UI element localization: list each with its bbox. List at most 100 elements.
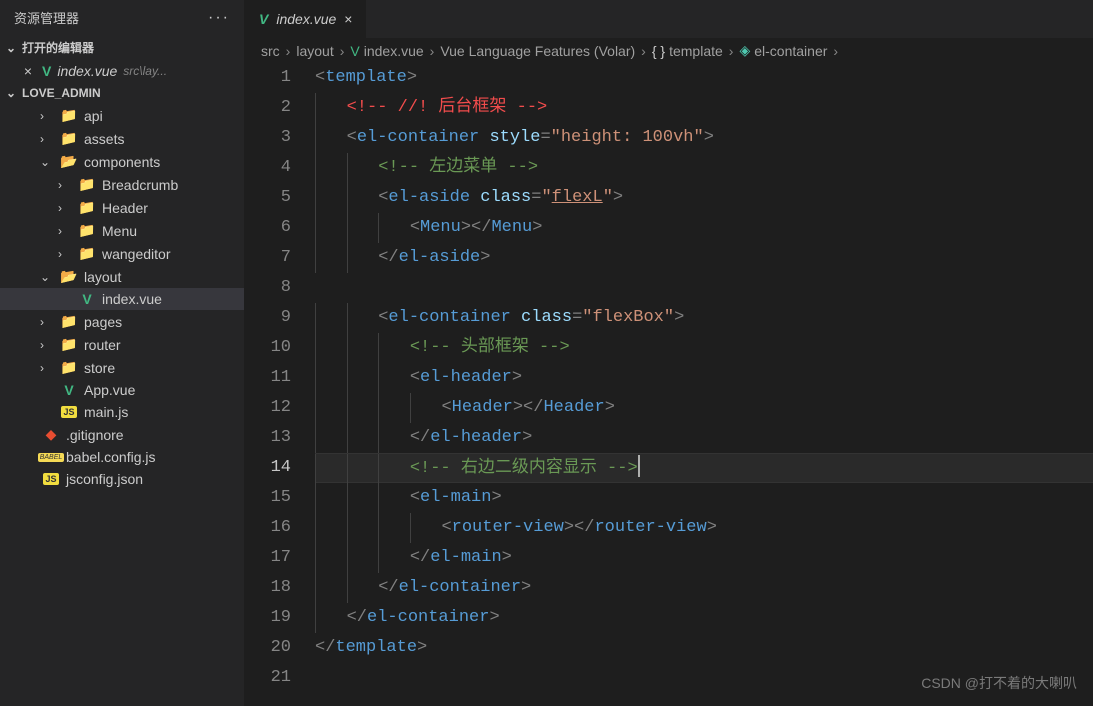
vue-icon: V [259,11,268,27]
code-line[interactable]: </template> [315,633,1093,663]
indent-guide [378,513,379,543]
tab-index-vue[interactable]: V index.vue × [245,0,367,38]
tree-item-menu[interactable]: ›📁Menu [0,219,244,242]
token: router-view [452,518,564,537]
more-icon[interactable]: ··· [208,9,230,27]
breadcrumb-item[interactable]: template [669,43,723,59]
line-number: 21 [245,663,291,693]
code-line[interactable]: <!-- 头部框架 --> [315,333,1093,363]
code-line[interactable]: </el-aside> [315,243,1093,273]
code-line[interactable] [315,273,1093,303]
line-number: 13 [245,423,291,453]
tree-item-index-vue[interactable]: Vindex.vue [0,288,244,310]
code-line[interactable]: <template> [315,63,1093,93]
indent-guide [410,393,411,423]
chevron-down-icon: ⌄ [6,41,22,55]
chevron-icon: › [40,109,54,123]
breadcrumb-item[interactable]: layout [296,43,333,59]
line-number: 1 [245,63,291,93]
folder-icon: 📁 [60,107,78,124]
project-header[interactable]: ⌄ LOVE_ADMIN [0,82,244,104]
code-line[interactable]: <Header></Header> [315,393,1093,423]
git-icon: ◆ [42,426,60,443]
js-icon: JS [60,406,78,418]
indent-guide [315,333,316,363]
tree-item-babel-config-js[interactable]: BABELbabel.config.js [0,446,244,468]
code-line[interactable]: </el-main> [315,543,1093,573]
indent-guide [315,393,316,423]
folder-icon: 📁 [78,222,96,239]
tree-item-router[interactable]: ›📁router [0,333,244,356]
breadcrumb-item[interactable]: index.vue [364,43,424,59]
tree-item-header[interactable]: ›📁Header [0,196,244,219]
line-number: 20 [245,633,291,663]
line-number: 3 [245,123,291,153]
chevron-icon: › [58,247,72,261]
code-editor[interactable]: 123456789101112131415161718192021 <templ… [245,63,1093,706]
tree-item-api[interactable]: ›📁api [0,104,244,127]
code-line[interactable]: <el-aside class="flexL"> [315,183,1093,213]
tree-item-jsconfig-json[interactable]: JSjsconfig.json [0,468,244,490]
token: </ [378,578,398,597]
tree-item-app-vue[interactable]: VApp.vue [0,379,244,401]
token: > [480,248,490,267]
indent-guide [378,423,379,453]
indent-guide [315,153,316,183]
chevron-right-icon: › [729,43,734,59]
tree-item-assets[interactable]: ›📁assets [0,127,244,150]
tree-item-pages[interactable]: ›📁pages [0,310,244,333]
token: < [378,188,388,207]
token: "height: 100vh" [551,128,704,147]
tree-item-wangeditor[interactable]: ›📁wangeditor [0,242,244,265]
token: el-aside [399,248,481,267]
breadcrumb-item[interactable]: el-container [754,43,827,59]
line-number: 10 [245,333,291,363]
token: template [335,638,417,657]
code-line[interactable]: <Menu></Menu> [315,213,1093,243]
tree-item-breadcrumb[interactable]: ›📁Breadcrumb [0,173,244,196]
open-editor-item[interactable]: × V index.vue src\lay... [0,60,244,82]
chevron-right-icon: › [286,43,291,59]
code-line[interactable]: <!-- 右边二级内容显示 --> [315,453,1093,483]
tree-label: router [84,337,121,353]
code-line[interactable]: <el-header> [315,363,1093,393]
code-line[interactable]: <el-container style="height: 100vh"> [315,123,1093,153]
chevron-right-icon: › [340,43,345,59]
code-line[interactable]: <router-view></router-view> [315,513,1093,543]
breadcrumb[interactable]: src › layout › V index.vue › Vue Languag… [245,38,1093,63]
token: = [572,308,582,327]
watermark: CSDN @打不着的大喇叭 [921,668,1077,698]
tree-item--gitignore[interactable]: ◆.gitignore [0,423,244,446]
token: < [410,218,420,237]
code-line[interactable]: <el-main> [315,483,1093,513]
code-line[interactable]: <!-- //! 后台框架 --> [315,93,1093,123]
tree-label: wangeditor [102,246,171,262]
open-editors-label: 打开的编辑器 [22,39,94,56]
breadcrumb-item[interactable]: Vue Language Features (Volar) [440,43,635,59]
line-number: 17 [245,543,291,573]
code-line[interactable]: </el-header> [315,423,1093,453]
chevron-down-icon: ⌄ [6,86,22,100]
token [479,128,489,147]
breadcrumb-item[interactable]: src [261,43,280,59]
token: el-container [357,128,479,147]
indent-guide [378,483,379,513]
code-content[interactable]: <template> <!-- //! 后台框架 --> <el-contain… [315,63,1093,706]
tree-label: Breadcrumb [102,177,178,193]
line-number: 9 [245,303,291,333]
tree-item-main-js[interactable]: JSmain.js [0,401,244,423]
token: > [605,398,615,417]
code-line[interactable]: <!-- 左边菜单 --> [315,153,1093,183]
code-line[interactable]: <el-container class="flexBox"> [315,303,1093,333]
tree-item-components[interactable]: ⌄📂components [0,150,244,173]
close-icon[interactable]: × [20,63,36,79]
open-editors-header[interactable]: ⌄ 打开的编辑器 [0,35,244,60]
tree-item-layout[interactable]: ⌄📂layout [0,265,244,288]
token: class [480,188,531,207]
tree-label: jsconfig.json [66,471,143,487]
token: = [540,128,550,147]
tree-item-store[interactable]: ›📁store [0,356,244,379]
close-icon[interactable]: × [344,11,352,27]
code-line[interactable]: </el-container> [315,603,1093,633]
code-line[interactable]: </el-container> [315,573,1093,603]
